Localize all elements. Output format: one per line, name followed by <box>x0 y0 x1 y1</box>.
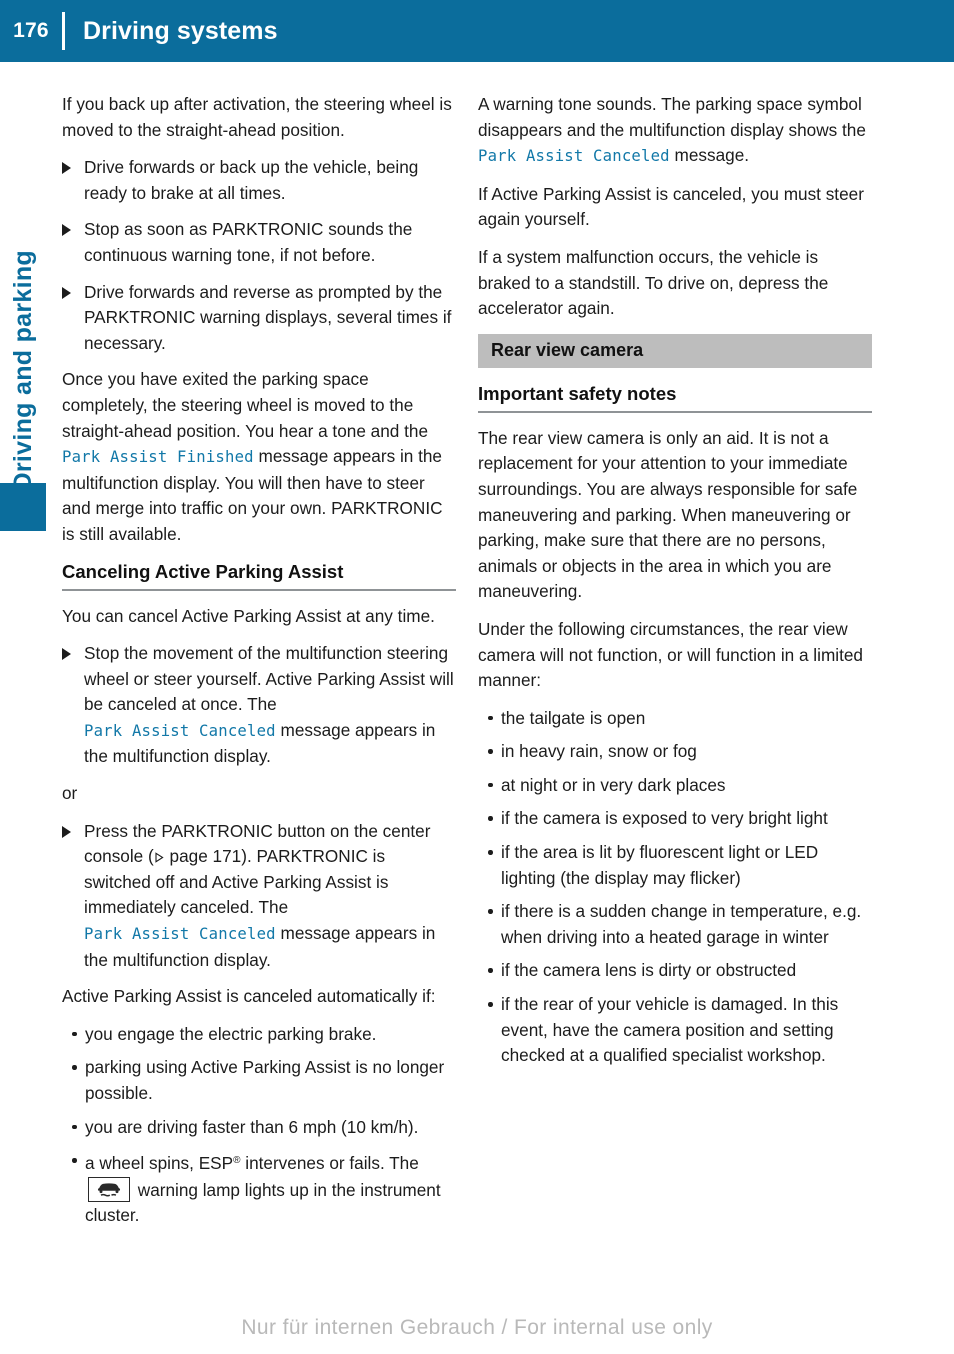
list-item-text: the tailgate is open <box>501 707 646 728</box>
step-text: Drive forwards or back up the vehicle, b… <box>84 157 419 203</box>
step-item: Drive forwards or back up the vehicle, b… <box>62 155 456 206</box>
bullet-dot-icon <box>488 968 493 973</box>
step-item: Stop as soon as PARKTRONIC sounds the co… <box>62 217 456 268</box>
page-number: 176 <box>13 19 49 42</box>
cross-reference-icon <box>154 852 165 863</box>
list-item: you are driving faster than 6 mph (10 km… <box>68 1115 456 1141</box>
list-item-text: if the rear of your vehicle is damaged. … <box>501 994 839 1066</box>
display-message: Park Assist Canceled <box>84 925 276 944</box>
list-item: if the camera lens is dirty or obstructe… <box>484 958 872 984</box>
list-item: parking using Active Parking Assist is n… <box>68 1055 456 1106</box>
list-item-text: if there is a sudden change in temperatu… <box>501 901 862 947</box>
list-item: in heavy rain, snow or fog <box>484 739 872 765</box>
xref-text: page 171 <box>164 846 242 867</box>
list-item-text: you are driving faster than 6 mph (10 km… <box>85 1116 419 1137</box>
display-message: Park Assist Finished <box>62 448 254 467</box>
esp-text-b: intervenes or fails. The <box>240 1153 419 1174</box>
bullet-dot-icon <box>488 1002 493 1007</box>
section-header-rear-view-camera: Rear view camera <box>478 333 872 368</box>
display-message: Park Assist Canceled <box>478 147 670 166</box>
intro-paragraph: If you back up after activation, the ste… <box>62 94 452 140</box>
canceling-heading: Canceling Active Parking Assist <box>62 560 344 582</box>
list-item: a wheel spins, ESP® intervenes or fails.… <box>68 1148 456 1229</box>
list-item-text: if the camera is exposed to very bright … <box>501 808 828 829</box>
list-item: if the camera is exposed to very bright … <box>484 806 872 832</box>
step-triangle-icon <box>62 648 71 661</box>
step-text-a: Stop the movement of the multifunction s… <box>84 643 454 715</box>
safety-paragraph: The rear view camera is only an aid. It … <box>478 427 858 602</box>
bullet-dot-icon <box>488 909 493 914</box>
list-item: if the area is lit by fluorescent light … <box>484 840 872 891</box>
step-triangle-icon <box>62 224 71 237</box>
circumstances-bullet-list: the tailgate is open in heavy rain, snow… <box>484 706 872 1069</box>
chapter-tab-marker <box>0 483 46 531</box>
list-item-text: if the area is lit by fluorescent light … <box>501 842 819 888</box>
list-item-text: if the camera lens is dirty or obstructe… <box>501 960 797 981</box>
bullet-dot-icon <box>488 850 493 855</box>
malfunction-paragraph: If a system malfunction occurs, the vehi… <box>478 246 829 319</box>
step-text: Drive forwards and reverse as prompted b… <box>84 281 452 353</box>
exit-text-a: Once you have exited the parking space c… <box>62 369 428 441</box>
chapter-tab-label: Driving and parking <box>8 249 37 490</box>
list-item: if the rear of your vehicle is damaged. … <box>484 992 872 1069</box>
or-label: or <box>62 783 78 804</box>
list-item: the tailgate is open <box>484 706 872 732</box>
warning-text-a: A warning tone sounds. The parking space… <box>478 94 866 140</box>
bullet-dot-icon <box>72 1031 77 1037</box>
warning-tone-paragraph: A warning tone sounds. The parking space… <box>478 92 872 170</box>
bullet-dot-icon <box>72 1124 77 1130</box>
list-item-text: you engage the electric parking brake. <box>85 1023 377 1044</box>
cancel-intro: You can cancel Active Parking Assist at … <box>62 605 435 626</box>
heading-rule <box>478 410 872 413</box>
heading-rule <box>62 588 456 591</box>
exit-paragraph: Once you have exited the parking space c… <box>62 367 456 547</box>
esp-text-c: warning lamp lights up in the instrument… <box>85 1179 441 1226</box>
display-message: Park Assist Canceled <box>84 721 276 740</box>
step-item: Press the PARKTRONIC button on the cente… <box>62 819 456 974</box>
warning-text-b: message. <box>669 145 750 166</box>
chapter-tab: Driving and parking <box>0 190 46 490</box>
list-item-text: parking using Active Parking Assist is n… <box>85 1057 445 1103</box>
step-triangle-icon <box>62 162 71 175</box>
footer-watermark: Nur für internen Gebrauch / For internal… <box>241 1316 713 1339</box>
list-item-text: in heavy rain, snow or fog <box>501 741 697 762</box>
step-triangle-icon <box>62 286 71 299</box>
esp-warning-lamp-icon <box>88 1176 130 1202</box>
step-triangle-icon <box>62 825 71 838</box>
left-column: If you back up after activation, the ste… <box>62 92 456 1241</box>
safety-notes-heading: Important safety notes <box>478 382 677 404</box>
step-item: Drive forwards and reverse as prompted b… <box>62 280 456 357</box>
right-column: A warning tone sounds. The parking space… <box>478 92 872 1081</box>
page-header: 176 Driving systems <box>0 0 954 62</box>
bullet-dot-icon <box>488 782 493 788</box>
esp-text-a: a wheel spins, ESP <box>85 1153 234 1174</box>
auto-cancel-bullet-list: you engage the electric parking brake. p… <box>68 1022 456 1229</box>
circumstances-intro: Under the following circumstances, the r… <box>478 618 863 691</box>
page-title: Driving systems <box>83 16 278 45</box>
list-item-text: at night or in very dark places <box>501 774 726 795</box>
bullet-dot-icon <box>72 1158 77 1163</box>
canceled-paragraph: If Active Parking Assist is canceled, yo… <box>478 183 864 230</box>
bullet-dot-icon <box>488 816 493 821</box>
list-item: at night or in very dark places <box>484 773 872 799</box>
list-item: you engage the electric parking brake. <box>68 1022 456 1048</box>
step-item: Stop the movement of the multifunction s… <box>62 641 456 770</box>
auto-cancel-intro: Active Parking Assist is canceled automa… <box>62 986 436 1007</box>
bullet-dot-icon <box>488 749 493 754</box>
list-item: if there is a sudden change in temperatu… <box>484 899 872 950</box>
step-text: Stop as soon as PARKTRONIC sounds the co… <box>84 219 413 265</box>
bullet-dot-icon <box>72 1065 77 1070</box>
bullet-dot-icon <box>488 715 493 721</box>
